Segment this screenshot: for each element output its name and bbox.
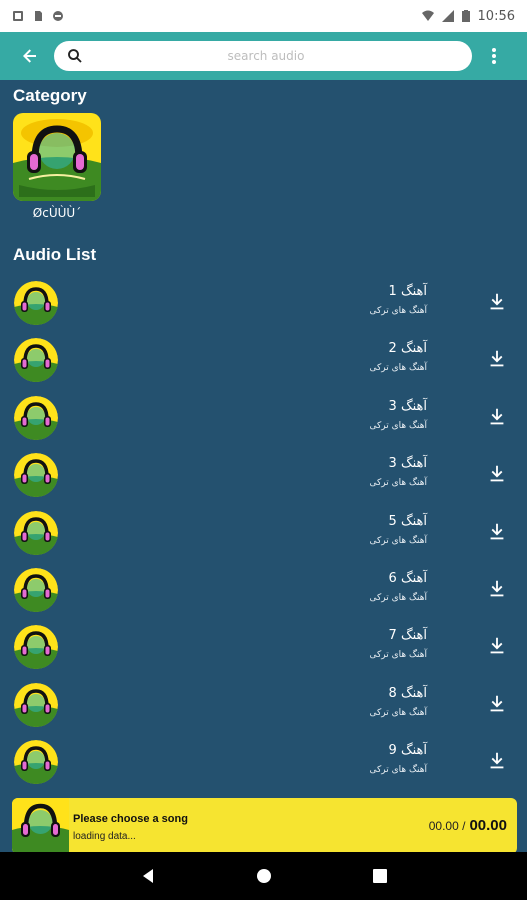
sim-card-icon <box>35 11 42 21</box>
status-time: 10:56 <box>477 8 515 24</box>
search-icon <box>68 49 82 63</box>
song-title: آهنگ 3 <box>388 398 427 414</box>
category-tile[interactable] <box>13 113 101 201</box>
song-title: آهنگ 9 <box>388 743 427 759</box>
song-thumbnail <box>14 281 58 325</box>
category-heading: Category <box>13 86 87 105</box>
song-subtitle: آهنگ های ترکی <box>369 707 427 718</box>
song-thumbnail <box>14 625 58 670</box>
song-image <box>14 281 58 325</box>
song-subtitle: آهنگ های ترکی <box>369 363 427 374</box>
list-item[interactable]: آهنگ 3 آهنگ های ترکی <box>0 388 527 445</box>
audio-list: آهنگ 1 آهنگ های ترکی آهنگ 2 آهنگ های ترک… <box>0 273 527 790</box>
mini-player[interactable]: Please choose a song loading data... 00.… <box>12 798 517 854</box>
more-vert-icon <box>492 48 496 64</box>
status-icons-right: 10:56 <box>421 8 515 24</box>
list-item[interactable]: آهنگ 8 آهنگ های ترکی <box>0 675 527 732</box>
app-bar <box>0 32 527 80</box>
audio-list-heading: Audio List <box>13 245 97 264</box>
duration: 00.00 <box>469 817 507 834</box>
download-icon[interactable] <box>486 578 508 600</box>
song-subtitle: آهنگ های ترکی <box>369 535 427 546</box>
song-thumbnail <box>14 338 58 383</box>
battery-icon <box>461 10 470 22</box>
list-item[interactable]: آهنگ 2 آهنگ های ترکی <box>0 330 527 387</box>
song-subtitle: آهنگ های ترکی <box>369 306 427 316</box>
song-subtitle: آهنگ های ترکی <box>369 478 427 489</box>
song-subtitle: آهنگ های ترکی <box>369 650 427 661</box>
nav-home-icon[interactable] <box>256 868 272 884</box>
download-icon[interactable] <box>486 348 508 370</box>
back-arrow-icon <box>23 49 36 63</box>
song-thumbnail <box>14 682 58 727</box>
download-icon[interactable] <box>486 521 508 543</box>
song-image <box>14 338 58 383</box>
status-bar: 10:56 <box>0 0 527 32</box>
list-item[interactable]: آهنگ 7 آهنگ های ترکی <box>0 617 527 674</box>
download-icon[interactable] <box>486 291 508 313</box>
back-button[interactable] <box>8 34 52 78</box>
player-image <box>12 798 69 854</box>
song-title: آهنگ 7 <box>388 628 427 644</box>
current-time: 00.00 / <box>428 819 466 833</box>
song-image <box>14 682 58 727</box>
search-input[interactable] <box>84 48 448 64</box>
song-title: آهنگ 8 <box>388 685 427 701</box>
more-options-button[interactable] <box>476 34 512 78</box>
player-status: loading data... <box>73 831 136 842</box>
song-title: آهنگ 1 <box>388 284 427 299</box>
player-thumbnail <box>12 798 69 854</box>
song-subtitle: آهنگ های ترکی <box>369 420 427 431</box>
wifi-icon <box>421 10 434 21</box>
list-item[interactable]: آهنگ 5 آهنگ های ترکی <box>0 503 527 560</box>
song-thumbnail <box>14 567 58 612</box>
list-item[interactable]: آهنگ 6 آهنگ های ترکی <box>0 560 527 617</box>
list-item[interactable]: آهنگ 1 آهنگ های ترکی <box>0 273 527 330</box>
list-item[interactable]: آهنگ 9 آهنگ های ترکی <box>0 732 527 789</box>
song-image <box>14 625 58 670</box>
download-icon[interactable] <box>486 750 508 772</box>
song-image <box>14 740 58 785</box>
player-title: Please choose a song <box>73 813 188 825</box>
player-time: 00.00 / 00.00 <box>429 817 507 834</box>
system-nav-bar <box>0 852 527 900</box>
song-image <box>14 567 58 612</box>
song-title: آهنگ 6 <box>388 570 427 586</box>
search-bar[interactable] <box>54 41 472 71</box>
nav-back-icon[interactable] <box>140 868 156 884</box>
no-disturb-icon <box>53 11 63 21</box>
signal-icon <box>441 10 454 22</box>
song-image <box>14 395 58 440</box>
song-title: آهنگ 3 <box>388 456 427 472</box>
song-image <box>14 453 58 498</box>
song-subtitle: آهنگ های ترکی <box>369 592 427 603</box>
notification-icon <box>13 11 23 21</box>
download-icon[interactable] <box>486 406 508 428</box>
song-subtitle: آهنگ های ترکی <box>369 765 427 776</box>
category-label: ØcÙÙÙ´ <box>32 206 82 220</box>
song-title: آهنگ 5 <box>388 513 427 529</box>
category-image <box>13 113 101 201</box>
song-thumbnail <box>14 453 58 498</box>
nav-recents-icon[interactable] <box>372 869 387 883</box>
song-title: آهنگ 2 <box>388 341 427 357</box>
song-thumbnail <box>14 395 58 440</box>
song-image <box>14 510 58 555</box>
download-icon[interactable] <box>486 693 508 715</box>
song-thumbnail <box>14 510 58 555</box>
song-thumbnail <box>14 740 58 785</box>
list-item[interactable]: آهنگ 3 آهنگ های ترکی <box>0 445 527 502</box>
download-icon[interactable] <box>486 635 508 657</box>
status-icons-left <box>12 10 64 22</box>
download-icon[interactable] <box>486 463 508 485</box>
